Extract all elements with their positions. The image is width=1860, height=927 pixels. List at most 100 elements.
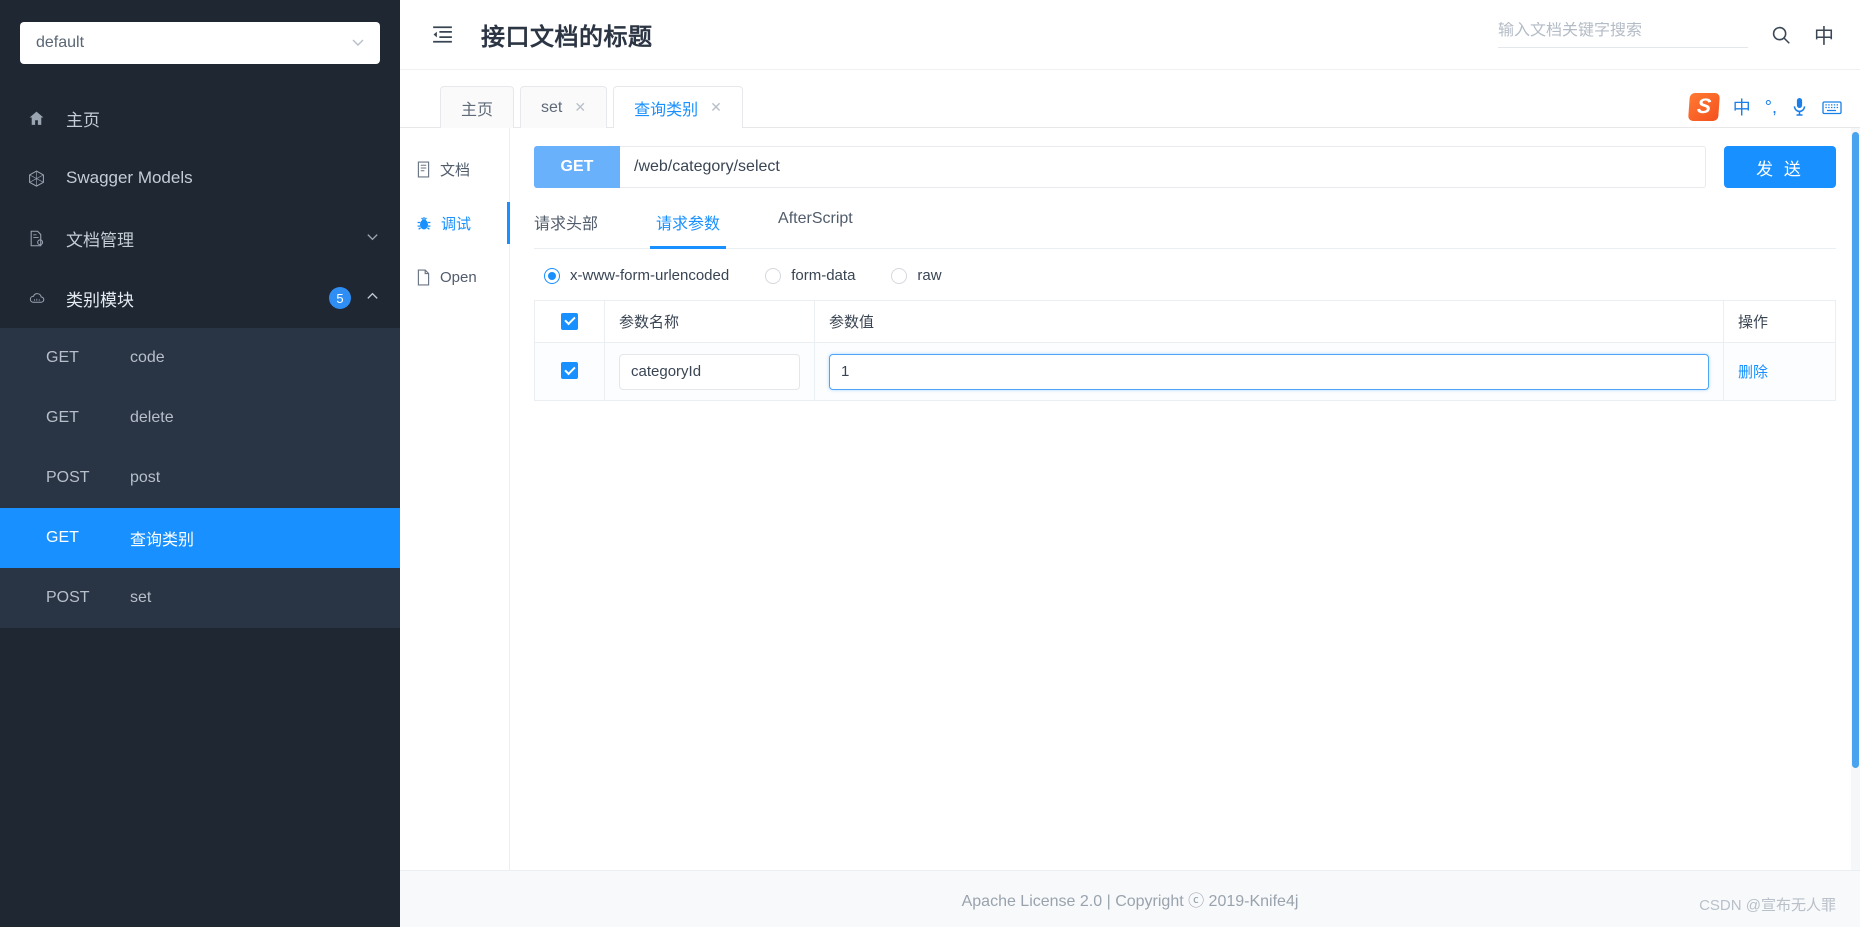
vtab-document[interactable]: 文档: [400, 142, 509, 196]
content-area: 文档 调试 Open GET /web/category/select 发 送 …: [400, 128, 1860, 870]
request-url-input[interactable]: [620, 146, 1706, 188]
header-param-name: 参数名称: [604, 300, 815, 343]
request-method-badge: GET: [534, 146, 620, 188]
bug-icon: [416, 215, 432, 232]
radio-raw-label: raw: [917, 267, 942, 284]
main-area: 接口文档的标题 中 主页 set ✕ 查询类别 ✕: [400, 0, 1860, 927]
sidebar-item-home-label: 主页: [66, 110, 100, 130]
params-table: 参数名称 参数值 操作 categoryId 1 删除: [534, 300, 1836, 401]
watermark: CSDN @宣布无人罪: [1699, 897, 1836, 914]
scrollbar-thumb[interactable]: [1852, 132, 1859, 768]
document-settings-icon: [28, 230, 54, 247]
table-row: 删除: [534, 342, 1836, 401]
sidebar-api-method: POST: [46, 589, 90, 606]
tabstrip: 主页 set ✕ 查询类别 ✕ S 中 °,: [400, 70, 1860, 128]
params-table-body: 删除: [534, 342, 1836, 401]
sidebar-api-method: GET: [46, 529, 79, 546]
tab-set[interactable]: set ✕: [520, 86, 608, 128]
menu-fold-icon[interactable]: [430, 22, 455, 47]
group-select-value: default: [36, 34, 85, 51]
sidebar-api-name: post: [130, 469, 161, 486]
cloud-icon: [28, 289, 54, 307]
header-action: 操作: [1723, 300, 1836, 343]
sidebar-item-swagger-models[interactable]: Swagger Models: [0, 148, 400, 208]
radio-raw[interactable]: raw: [891, 267, 942, 284]
page-title: 接口文档的标题: [481, 24, 653, 51]
search-box[interactable]: [1498, 21, 1748, 48]
vtab-open[interactable]: Open: [400, 250, 509, 304]
ime-keyboard-icon[interactable]: [1822, 99, 1842, 116]
close-icon[interactable]: ✕: [710, 99, 722, 116]
sidebar-api-name: 查询类别: [130, 532, 195, 549]
vtab-document-label: 文档: [440, 161, 471, 179]
app-root: default 主页 Swagger Models 文档管理 类别模块 5 GE…: [0, 0, 1860, 927]
category-module-badge: 5: [329, 287, 351, 309]
sidebar-item-category-module[interactable]: 类别模块 5: [0, 268, 400, 328]
tab-query-category-label: 查询类别: [634, 101, 699, 119]
sidebar-api-item-set[interactable]: POST set: [0, 568, 400, 628]
send-button[interactable]: 发 送: [1724, 146, 1836, 188]
subtab-request-params[interactable]: 请求参数: [650, 210, 727, 249]
sidebar-api-name: delete: [130, 409, 174, 426]
ime-punctuation-icon[interactable]: °,: [1765, 97, 1777, 118]
sidebar-item-category-module-label: 类别模块: [66, 290, 134, 310]
params-table-head: 参数名称 参数值 操作: [534, 300, 1836, 343]
group-select[interactable]: default: [20, 22, 380, 64]
radio-dot-icon: [765, 267, 782, 284]
row-action-cell: 删除: [1723, 342, 1836, 401]
ime-microphone-icon[interactable]: [1791, 97, 1808, 117]
sidebar-item-document-manage[interactable]: 文档管理: [0, 208, 400, 268]
row-checkbox[interactable]: [561, 362, 578, 380]
vtab-debug-label: 调试: [441, 215, 472, 233]
sidebar-item-swagger-models-label: Swagger Models: [66, 168, 193, 187]
ime-chinese-mode-icon[interactable]: 中: [1733, 94, 1751, 120]
sidebar-group-select-wrapper: default: [0, 0, 400, 74]
tab-home-label: 主页: [461, 101, 494, 119]
sidebar-api-item-query-category[interactable]: GET 查询类别: [0, 508, 400, 568]
chevron-up-icon[interactable]: [365, 289, 380, 307]
tab-query-category[interactable]: 查询类别 ✕: [613, 86, 743, 128]
radio-x-www-form-urlencoded[interactable]: x-www-form-urlencoded: [544, 267, 729, 284]
subtab-afterscript[interactable]: AfterScript: [778, 210, 853, 248]
sidebar-submenu: GET code GET delete POST post GET 查询类别 P…: [0, 328, 400, 628]
ime-toolbar: S 中 °,: [1687, 93, 1842, 127]
sidebar-api-method: GET: [46, 409, 79, 426]
sidebar-api-item-code[interactable]: GET code: [0, 328, 400, 388]
sidebar-api-item-post[interactable]: POST post: [0, 448, 400, 508]
models-icon: [28, 169, 54, 187]
sidebar-item-category-module-right: 5: [329, 287, 380, 309]
sidebar-api-item-delete[interactable]: GET delete: [0, 388, 400, 448]
sidebar-api-method: GET: [46, 349, 79, 366]
param-value-input[interactable]: [829, 353, 1709, 390]
sidebar-item-document-manage-right: [365, 229, 380, 247]
vertical-scrollbar[interactable]: [1851, 128, 1860, 870]
row-param-value-cell: [814, 342, 1724, 401]
sidebar-item-home[interactable]: 主页: [0, 88, 400, 148]
sidebar-api-name: code: [130, 349, 165, 366]
sidebar: default 主页 Swagger Models 文档管理 类别模块 5 GE…: [0, 0, 400, 927]
param-name-input[interactable]: [619, 353, 800, 390]
tab-home[interactable]: 主页: [440, 86, 515, 128]
header-select-all: [534, 300, 605, 343]
debug-panel: GET 发 送 请求头部 请求参数 AfterScript x-www-form…: [510, 128, 1860, 870]
chevron-down-icon[interactable]: [365, 229, 380, 247]
close-icon[interactable]: ✕: [574, 99, 586, 116]
search-icon[interactable]: [1770, 24, 1792, 46]
vtab-debug[interactable]: 调试: [400, 196, 510, 250]
select-all-checkbox[interactable]: [561, 312, 578, 330]
footer-license-text: Apache License 2.0 | Copyright ⓒ 2019-Kn…: [961, 893, 1299, 910]
language-toggle[interactable]: 中: [1814, 20, 1834, 49]
sidebar-api-method: POST: [46, 469, 90, 486]
delete-param-link[interactable]: 删除: [1738, 364, 1768, 381]
search-input[interactable]: [1498, 21, 1748, 40]
body-type-radio-group: x-www-form-urlencoded form-data raw: [534, 249, 1836, 300]
sidebar-nav: 主页 Swagger Models 文档管理 类别模块 5: [0, 88, 400, 328]
vertical-tabs: 文档 调试 Open: [400, 128, 510, 870]
file-icon: [416, 268, 431, 286]
table-header-row: 参数名称 参数值 操作: [534, 300, 1836, 343]
subtab-request-headers[interactable]: 请求头部: [534, 210, 598, 248]
sogou-ime-logo-icon[interactable]: S: [1687, 93, 1720, 121]
radio-form-data[interactable]: form-data: [765, 267, 855, 284]
sidebar-item-document-manage-label: 文档管理: [66, 230, 134, 250]
header-param-value: 参数值: [814, 300, 1724, 343]
